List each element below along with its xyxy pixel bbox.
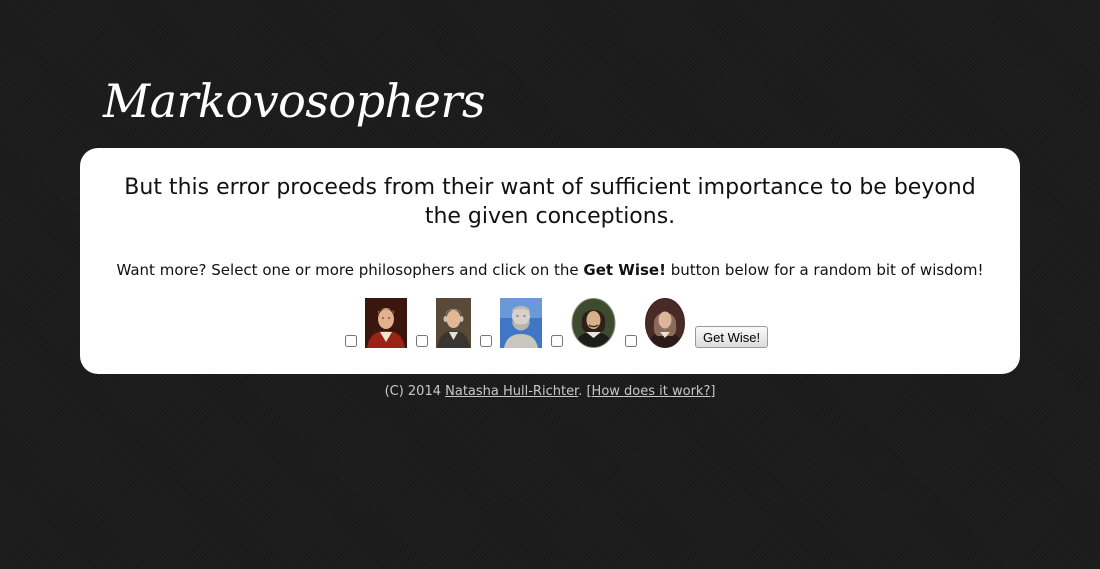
get-wise-button[interactable]: Get Wise! [695, 326, 769, 348]
instructions-before: Want more? Select one or more philosophe… [116, 261, 584, 279]
philosopher-option-3 [479, 298, 550, 348]
philosopher-checkbox-4[interactable] [551, 335, 563, 347]
how-it-works-link[interactable]: [How does it work?] [586, 384, 715, 399]
philosopher-checkbox-1[interactable] [345, 335, 357, 347]
site-title: Markovosophers [103, 74, 485, 128]
instructions-button-ref: Get Wise! [583, 261, 666, 279]
philosopher-checkbox-2[interactable] [416, 335, 428, 347]
copyright-text: (C) 2014 [384, 384, 446, 399]
philosopher-portrait-1-icon[interactable] [365, 298, 407, 348]
footer: (C) 2014 Natasha Hull-Richter. [How does… [0, 384, 1100, 399]
instructions: Want more? Select one or more philosophe… [80, 261, 1020, 279]
philosopher-picker: Get Wise! [344, 296, 769, 348]
quote-card: But this error proceeds from their want … [80, 148, 1020, 374]
philosopher-portrait-3-icon[interactable] [500, 298, 542, 348]
instructions-after: button below for a random bit of wisdom! [665, 261, 984, 279]
philosopher-portrait-2-icon[interactable] [436, 298, 471, 348]
philosopher-checkbox-5[interactable] [625, 335, 637, 347]
philosopher-option-5 [624, 298, 693, 348]
quote-text: But this error proceeds from their want … [124, 175, 976, 229]
philosopher-portrait-5-icon[interactable] [645, 298, 685, 348]
philosopher-option-1 [344, 298, 415, 348]
philosopher-option-4 [550, 298, 624, 348]
philosopher-portrait-4-icon[interactable] [571, 298, 616, 348]
philosopher-checkbox-3[interactable] [480, 335, 492, 347]
philosopher-option-2 [415, 298, 479, 348]
author-link[interactable]: Natasha Hull-Richter [445, 384, 578, 399]
